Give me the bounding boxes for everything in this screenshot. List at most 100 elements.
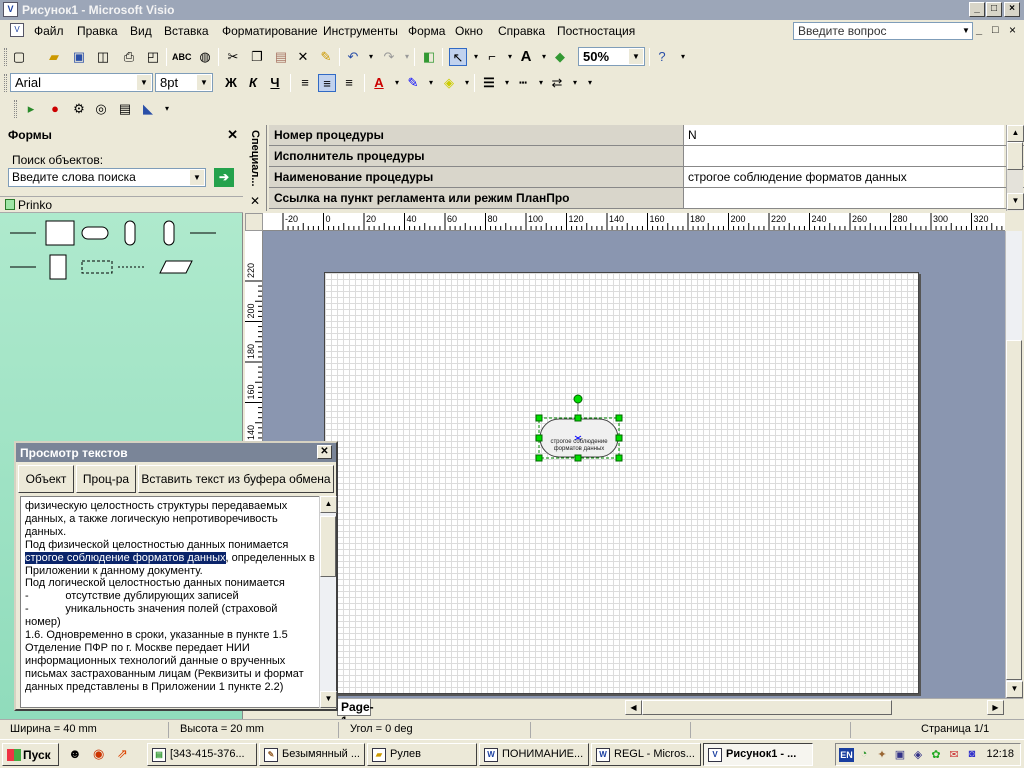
- paste-icon[interactable]: ▤: [272, 48, 290, 66]
- help-icon[interactable]: ?: [653, 48, 671, 66]
- prop-value[interactable]: строгое соблюдение форматов данных: [684, 167, 1004, 187]
- task-ponimanie[interactable]: W ПОНИМАНИЕ...: [479, 743, 589, 766]
- tray-app-icon[interactable]: ✦: [875, 748, 889, 762]
- font-color-icon[interactable]: A: [370, 74, 388, 92]
- undo-icon[interactable]: ↶: [344, 48, 362, 66]
- shape-dashed-box[interactable]: [81, 260, 113, 274]
- help-search-input[interactable]: Введите вопрос: [793, 22, 973, 40]
- align-center-icon[interactable]: ≡: [318, 74, 336, 92]
- stencil-prinko[interactable]: Prinko: [0, 196, 243, 213]
- shapes-window-icon[interactable]: ◧: [420, 48, 438, 66]
- task-regl[interactable]: W REGL - Micros...: [591, 743, 701, 766]
- language-indicator[interactable]: EN: [839, 748, 854, 762]
- line-color-dropdown-icon[interactable]: ▾: [422, 74, 440, 92]
- prop-value[interactable]: [684, 146, 1004, 166]
- prop-row-name[interactable]: Наименование процедуры строгое соблюдени…: [269, 167, 1024, 188]
- task-rulev[interactable]: ▰ Рулев: [367, 743, 477, 766]
- task-untitled[interactable]: ✎ Безымянный ...: [259, 743, 365, 766]
- h-scroll-left-icon[interactable]: ◀: [625, 700, 642, 715]
- prop-value[interactable]: N: [684, 125, 1004, 145]
- doc-minimize-button[interactable]: _: [976, 24, 982, 36]
- delete-icon[interactable]: ✕: [294, 48, 312, 66]
- italic-button[interactable]: К: [244, 74, 262, 92]
- task-visio[interactable]: V Рисунок1 - ...: [703, 743, 813, 766]
- search-go-button[interactable]: ➔: [214, 168, 234, 187]
- line-ends-icon[interactable]: ⇄: [548, 74, 566, 92]
- toolbar-grip-2[interactable]: [4, 74, 7, 92]
- paste-from-clipboard-button[interactable]: Вставить текст из буфера обмена: [138, 465, 334, 493]
- handle-mr[interactable]: [615, 434, 623, 442]
- shape-storage[interactable]: [49, 254, 67, 280]
- start-button[interactable]: Пуск: [2, 743, 59, 766]
- align-right-icon[interactable]: ≡: [340, 74, 358, 92]
- cut-icon[interactable]: ✂: [224, 48, 242, 66]
- redo-icon[interactable]: ↷: [380, 48, 398, 66]
- menu-format[interactable]: Форматирование: [222, 24, 318, 38]
- quicklaunch-arrow-icon[interactable]: ⇗: [117, 746, 128, 762]
- prop-row-executor[interactable]: Исполнитель процедуры: [269, 146, 1024, 167]
- canvas-vertical-scrollbar[interactable]: ▼: [1005, 231, 1023, 698]
- spelling-icon[interactable]: ABC: [172, 48, 192, 66]
- doc-restore-button[interactable]: □: [992, 24, 999, 36]
- handle-tc[interactable]: [574, 414, 582, 422]
- help-dropdown-icon[interactable]: ▼: [962, 26, 970, 35]
- handle-bl[interactable]: [535, 454, 543, 462]
- tray-antivirus-icon[interactable]: ✿: [929, 748, 943, 762]
- canvas-scroll-thumb[interactable]: [1006, 340, 1022, 680]
- text-view-scrollbar[interactable]: ▲ ▼: [319, 496, 337, 708]
- font-name-combo[interactable]: Arial ▼: [10, 73, 153, 92]
- scroll-down-icon[interactable]: ▼: [1007, 193, 1024, 210]
- underline-button[interactable]: Ч: [266, 74, 284, 92]
- handle-tr[interactable]: [615, 414, 623, 422]
- design-mode-icon[interactable]: ▤: [116, 100, 134, 118]
- line-color-icon[interactable]: ✎: [404, 74, 422, 92]
- bold-button[interactable]: Ж: [222, 74, 240, 92]
- handle-ml[interactable]: [535, 434, 543, 442]
- menu-edit[interactable]: Правка: [77, 24, 118, 38]
- menu-tools[interactable]: Инструменты: [323, 24, 398, 38]
- fill-shape-icon[interactable]: ◆: [551, 48, 569, 66]
- prop-row-reference[interactable]: Ссылка на пункт регламента или режим Пла…: [269, 188, 1024, 209]
- canvas-scroll-down-icon[interactable]: ▼: [1006, 681, 1023, 698]
- copy-icon[interactable]: ❐: [248, 48, 266, 66]
- line-pattern-icon[interactable]: ┅: [514, 74, 532, 92]
- handle-bc[interactable]: [574, 454, 582, 462]
- tray-network-icon[interactable]: ◔: [857, 748, 871, 762]
- quicklaunch-browser-icon[interactable]: ◉: [93, 746, 104, 762]
- font-dropdown-icon[interactable]: ▼: [137, 75, 151, 90]
- zoom-combo[interactable]: 50% ▼: [578, 47, 645, 66]
- font-size-combo[interactable]: 8pt ▼: [155, 73, 213, 92]
- quicklaunch-user-icon[interactable]: ☻: [68, 746, 82, 761]
- shape-vertical-process[interactable]: [163, 220, 175, 246]
- shape-vertical-terminator[interactable]: [124, 220, 136, 246]
- shape-data-close-icon[interactable]: ✕: [250, 194, 260, 208]
- selected-text[interactable]: строгое соблюдение форматов данных: [25, 551, 226, 564]
- h-scroll-thumb[interactable]: [642, 700, 892, 715]
- text-tool-icon[interactable]: A: [517, 48, 535, 66]
- undo-dropdown-icon[interactable]: ▾: [362, 48, 380, 66]
- text-scroll-down-icon[interactable]: ▼: [320, 691, 337, 708]
- close-button[interactable]: ×: [1004, 2, 1020, 17]
- text-scroll-thumb[interactable]: [320, 516, 336, 577]
- tray-volume-icon[interactable]: ◈: [911, 748, 925, 762]
- horizontal-ruler[interactable]: -20 0 20 40 60 80 100 120 140 160 180 200 220 240 260 2…: [263, 213, 1005, 231]
- shape-terminator[interactable]: [81, 226, 109, 240]
- record-macro-icon[interactable]: ●: [46, 100, 64, 118]
- h-scroll-right-icon[interactable]: ▶: [987, 700, 1004, 715]
- toolbar-grip-3[interactable]: [14, 100, 17, 118]
- align-left-icon[interactable]: ≡: [296, 74, 314, 92]
- object-button[interactable]: Объект: [18, 465, 74, 493]
- scroll-thumb[interactable]: [1007, 142, 1023, 170]
- ruler-corner[interactable]: [245, 213, 263, 231]
- menu-insert[interactable]: Вставка: [164, 24, 209, 38]
- text-view-content[interactable]: физическую целостность структуры передав…: [20, 496, 320, 708]
- search-dropdown-icon[interactable]: ▼: [190, 170, 204, 185]
- maximize-button[interactable]: □: [986, 2, 1002, 17]
- prop-value[interactable]: [684, 188, 1004, 208]
- selected-shape[interactable]: [263, 231, 1005, 698]
- text-view-titlebar[interactable]: Просмотр текстов ✕: [16, 443, 336, 462]
- run-macro-icon[interactable]: ▸: [22, 100, 40, 118]
- visio-app-icon[interactable]: V: [3, 2, 18, 17]
- text-view-close-icon[interactable]: ✕: [317, 445, 332, 459]
- doc-close-button[interactable]: ×: [1009, 23, 1016, 37]
